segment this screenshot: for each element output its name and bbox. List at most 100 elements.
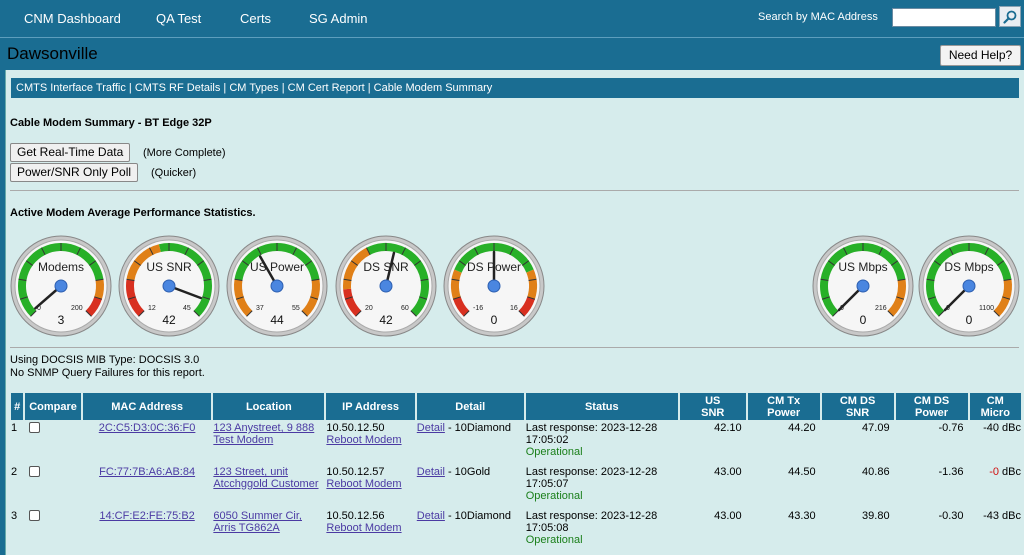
cm-micro-value: -43 xyxy=(983,510,999,522)
gauge-hub xyxy=(162,279,176,293)
location-cell: 6050 Summer Cir, Arris TG862A xyxy=(213,508,324,552)
link-cm-types[interactable]: CM Types xyxy=(229,82,278,94)
real-time-note: (More Complete) xyxy=(143,147,226,159)
power-snr-poll-button[interactable]: Power/SNR Only Poll xyxy=(10,163,139,182)
location-cell: 123 Street, unit Atcchggold Customer xyxy=(213,464,324,508)
location-link[interactable]: 123 Street, unit Atcchggold Customer xyxy=(213,466,318,490)
gauge-hub xyxy=(856,279,870,293)
cm-tx-power-value: 44.20 xyxy=(788,422,816,434)
col-header: IP Address xyxy=(326,393,415,420)
status-cell: Last response: 2023-12-28 17:05:08 Operat… xyxy=(526,508,678,552)
gauge-hub xyxy=(962,279,976,293)
col-header: US SNR xyxy=(679,393,746,420)
status-cell: Last response: 2023-12-28 17:05:07 Operat… xyxy=(526,464,678,508)
detail-link[interactable]: Detail xyxy=(417,466,445,478)
detail-cell: Detail - 10Gold xyxy=(417,464,524,508)
gauge-max: 16 xyxy=(510,305,518,312)
gauge-us-snr: US SNR 12 45 42 xyxy=(118,235,220,337)
compare-checkbox[interactable] xyxy=(29,422,41,433)
detail-cell: Detail - 10Diamond xyxy=(417,508,524,552)
row-number: 2 xyxy=(11,466,18,478)
cm-micro-unit: dBc xyxy=(998,422,1021,434)
cm-ds-snr-value: 47.09 xyxy=(862,422,890,434)
gauge-min: 0 xyxy=(946,305,950,312)
detail-link[interactable]: Detail xyxy=(417,510,445,522)
gauge-hub xyxy=(379,279,393,293)
gauge-value: 42 xyxy=(379,313,393,327)
link-cmts-interface-traffic[interactable]: CMTS Interface Traffic xyxy=(16,82,126,94)
gauge-max: 55 xyxy=(292,305,300,312)
gauge-min: 37 xyxy=(256,305,264,312)
docsis-mib-type: Using DOCSIS MIB Type: DOCSIS 3.0 xyxy=(10,354,200,366)
title-bar: Dawsonville Need Help? xyxy=(0,37,1024,67)
detail-link[interactable]: Detail xyxy=(417,422,445,434)
col-header: CM DS SNR xyxy=(821,393,894,420)
summary-title: Cable Modem Summary - BT Edge 32P xyxy=(10,117,212,129)
gauge-value: 0 xyxy=(859,313,867,327)
ip-address: 10.50.12.57 xyxy=(326,466,385,478)
location-link[interactable]: 123 Anystreet, 9 888 Test Modem xyxy=(213,422,314,446)
main-content: CMTS Interface Traffic | CMTS RF Details… xyxy=(5,70,1024,555)
gauge-us-power: US Power 37 55 44 xyxy=(226,235,328,337)
gauge-ds-snr: DS SNR 20 60 42 xyxy=(335,235,437,337)
gauge-hub xyxy=(270,279,284,293)
need-help-button[interactable]: Need Help? xyxy=(940,45,1021,66)
status-operational: Operational xyxy=(525,490,583,502)
cm-micro-cell: -43 dBc xyxy=(970,508,1021,552)
site-title: Dawsonville xyxy=(7,44,98,63)
detail-text: - 10Diamond xyxy=(444,510,511,522)
nav-cnm-dashboard[interactable]: CNM Dashboard xyxy=(24,11,121,26)
link-cmts-rf-details[interactable]: CMTS RF Details xyxy=(135,82,221,94)
gauge-label: DS Power xyxy=(466,260,522,274)
report-link-bar: CMTS Interface Traffic | CMTS RF Details… xyxy=(11,78,1019,98)
detail-text: - 10Gold xyxy=(444,466,491,478)
nav-sg-admin[interactable]: SG Admin xyxy=(309,11,368,26)
divider xyxy=(10,347,1019,348)
cm-ds-power-value: -1.36 xyxy=(938,466,964,478)
cm-ds-snr-value: 40.86 xyxy=(862,466,890,478)
search-button[interactable] xyxy=(999,6,1021,27)
gauge-max: 45 xyxy=(183,305,191,312)
compare-checkbox[interactable] xyxy=(29,466,41,477)
cm-micro-unit: dBc xyxy=(998,466,1021,478)
location-link[interactable]: 6050 Summer Cir, Arris TG862A xyxy=(213,510,302,534)
reboot-link[interactable]: Reboot Modem xyxy=(326,434,401,446)
col-header: # xyxy=(11,393,24,420)
gauge-label: US SNR xyxy=(146,260,192,274)
last-response: Last response: 2023-12-28 17:05:02 xyxy=(525,422,658,446)
mac-cell: 14:CF:E2:FE:75:B2 xyxy=(83,508,212,552)
nav-certs[interactable]: Certs xyxy=(240,11,271,26)
mac-cell: FC:77:7B:A6:AB:84 xyxy=(83,464,212,508)
gauge-modems: Modems 0 200 3 xyxy=(10,235,112,337)
gauge-hub xyxy=(487,279,501,293)
power-snr-note: (Quicker) xyxy=(151,167,197,179)
reboot-link[interactable]: Reboot Modem xyxy=(326,478,401,490)
gauge-band xyxy=(451,269,462,300)
mac-link[interactable]: 14:CF:E2:FE:75:B2 xyxy=(99,510,194,522)
gauge-band xyxy=(94,279,104,300)
mac-link[interactable]: 2C:C5:D3:0C:36:F0 xyxy=(99,422,196,434)
ip-address: 10.50.12.56 xyxy=(326,510,385,522)
table-row: 1 2C:C5:D3:0C:36:F0 123 Anystreet, 9 888… xyxy=(11,420,1021,464)
col-header: MAC Address xyxy=(82,393,212,420)
reboot-link[interactable]: Reboot Modem xyxy=(326,522,401,534)
gauge-min: -16 xyxy=(473,305,484,312)
cm-micro-unit: dBc xyxy=(998,510,1021,522)
us-snr-value: 43.00 xyxy=(714,466,742,478)
mac-search-input[interactable] xyxy=(892,8,996,27)
link-cm-cert-report[interactable]: CM Cert Report xyxy=(288,82,365,94)
search-label: Search by MAC Address xyxy=(758,11,878,23)
table-row: 3 14:CF:E2:FE:75:B2 6050 Summer Cir, Arr… xyxy=(11,508,1021,552)
cm-tx-power-value: 44.50 xyxy=(788,466,816,478)
compare-checkbox[interactable] xyxy=(29,510,41,521)
cm-ds-power-value: -0.30 xyxy=(938,510,964,522)
link-cable-modem-summary[interactable]: Cable Modem Summary xyxy=(374,82,493,94)
col-header: Detail xyxy=(416,393,524,420)
divider xyxy=(10,190,1019,191)
mac-link[interactable]: FC:77:7B:A6:AB:84 xyxy=(99,466,195,478)
status-operational: Operational xyxy=(525,534,583,546)
nav-qa-test[interactable]: QA Test xyxy=(156,11,201,26)
gauge-value: 3 xyxy=(57,313,65,327)
get-real-time-data-button[interactable]: Get Real-Time Data xyxy=(10,143,131,162)
col-header: CM Micro xyxy=(969,393,1021,420)
